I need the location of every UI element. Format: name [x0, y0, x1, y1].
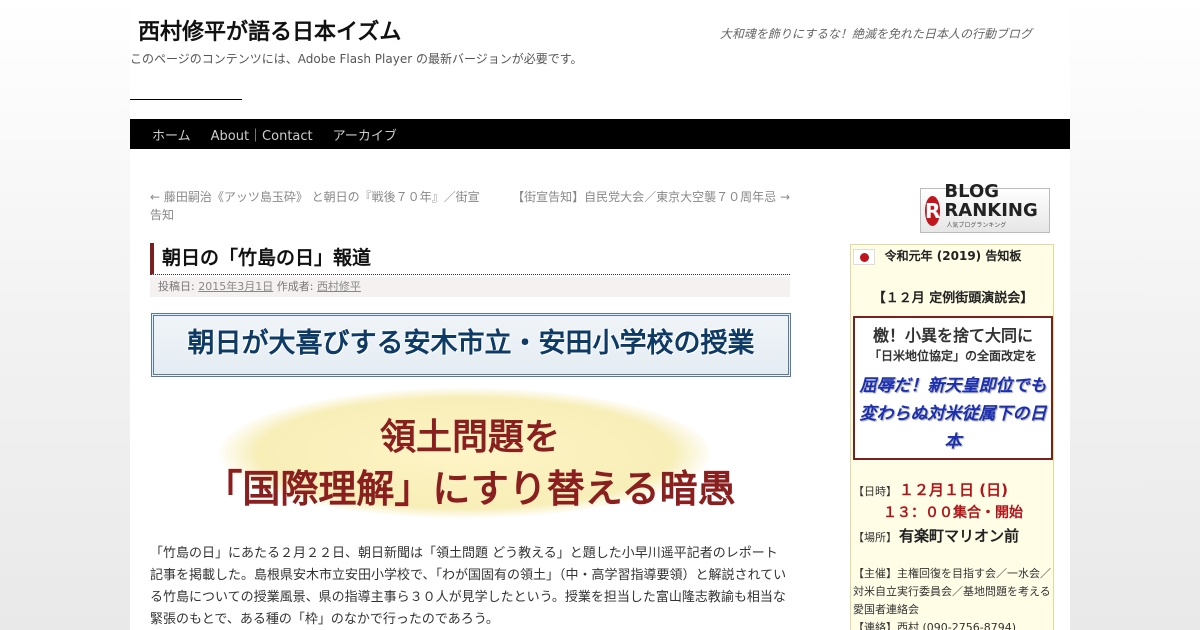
post-meta: 投稿日: 2015年3月1日 作成者: 西村修平: [150, 277, 790, 297]
headline-line-1: 領土問題を: [379, 416, 560, 458]
slogan-line-1: 檄！小異を捨て大同に: [872, 326, 1033, 345]
post-title: 朝日の「竹島の日」報道: [150, 243, 790, 275]
page: 西村修平が語る日本イズム 大和魂を飾りにするな！絶滅を免れた日本人の行動ブログ …: [130, 0, 1070, 630]
article-headline-image: 領土問題を 「国際理解」にすり替える暗愚: [150, 388, 790, 528]
nav-item-about-contact[interactable]: About｜Contact: [201, 125, 323, 144]
event-place-row: 【場所】 有楽町マリオン前: [853, 525, 1019, 546]
next-post-link[interactable]: 【街宣告知】自民党大会／東京大空襲７０周年忌 →: [512, 188, 790, 206]
nav-item-home[interactable]: ホーム: [142, 125, 201, 144]
main-nav: ホーム About｜Contact アーカイブ: [130, 119, 1070, 149]
nav-item-archive[interactable]: アーカイブ: [323, 125, 407, 144]
header-divider: [130, 99, 242, 100]
blog-ranking-banner[interactable]: R BLOG RANKING 人気ブログランキング: [920, 183, 1050, 233]
event-date-label: 【日時】: [853, 485, 897, 498]
post-date-link[interactable]: 2015年3月1日: [198, 280, 273, 293]
slogan-line-3: 屈辱だ！新天皇即位でも変わらぬ対米従属下の日本: [859, 376, 1047, 452]
site-description: 大和魂を飾りにするな！絶滅を免れた日本人の行動ブログ: [719, 27, 1032, 41]
event-slogan-box: 檄！小異を捨て大同に 「日米地位協定」の全面改定を 屈辱だ！新天皇即位でも変わら…: [853, 316, 1053, 460]
posted-label: 投稿日:: [158, 280, 195, 293]
slogan-line-2: 「日米地位協定」の全面改定を: [868, 349, 1037, 363]
event-contact: 【連絡】西村 (090-2756-8794): [853, 621, 1017, 630]
previous-post-link[interactable]: ← 藤田嗣治《アッツ島玉砕》 と朝日の『戦後７０年』／街宣告知: [150, 188, 480, 224]
article-banner: 朝日が大喜びする安木市立・安田小学校の授業: [151, 313, 791, 377]
notice-title: 令和元年 (2019) 告知板: [884, 249, 1022, 263]
author-label: 作成者:: [276, 280, 314, 293]
site-title[interactable]: 西村修平が語る日本イズム: [138, 14, 401, 46]
headline-line-2: 「国際理解」にすり替える暗愚: [204, 466, 736, 511]
event-place-value: 有楽町マリオン前: [899, 527, 1020, 545]
ranking-label-wrap: BLOG RANKING 人気ブログランキング: [944, 182, 1049, 239]
notice-board: 令和元年 (2019) 告知板 【１２月 定例街頭演説会】 檄！小異を捨て大同に…: [850, 244, 1054, 630]
ranking-small-label: 人気ブログランキング: [946, 222, 1007, 229]
blog-ranking-logo-icon: R: [925, 195, 941, 226]
event-date-value: １２月１日 (日): [899, 481, 1008, 499]
post-author-link[interactable]: 西村修平: [317, 280, 361, 293]
ranking-label: BLOG RANKING: [944, 181, 1038, 221]
event-place-label: 【場所】: [853, 531, 897, 544]
article-body: 「竹島の日」にあたる２月２２日、朝日新聞は「領土問題 どう教える」と題した小早川…: [150, 546, 787, 627]
post-navigation: ← 藤田嗣治《アッツ島玉砕》 と朝日の『戦後７０年』／街宣告知 【街宣告知】自民…: [150, 188, 790, 228]
flash-player-message: このページのコンテンツには、Adobe Flash Player の最新バージョ…: [130, 52, 583, 66]
event-time-value: １３：００集合・開始: [883, 505, 1023, 521]
event-date-row: 【日時】 １２月１日 (日): [853, 479, 1008, 500]
main-content: ← 藤田嗣治《アッツ島玉砕》 と朝日の『戦後７０年』／街宣告知 【街宣告知】自民…: [150, 188, 791, 627]
event-host: 【主催】主権回復を目指す会／一水会／対米自立実行委員会／基地問題を考える愛国者連…: [853, 567, 1051, 616]
notice-subtitle: 【１２月 定例街頭演説会】: [872, 291, 1034, 306]
